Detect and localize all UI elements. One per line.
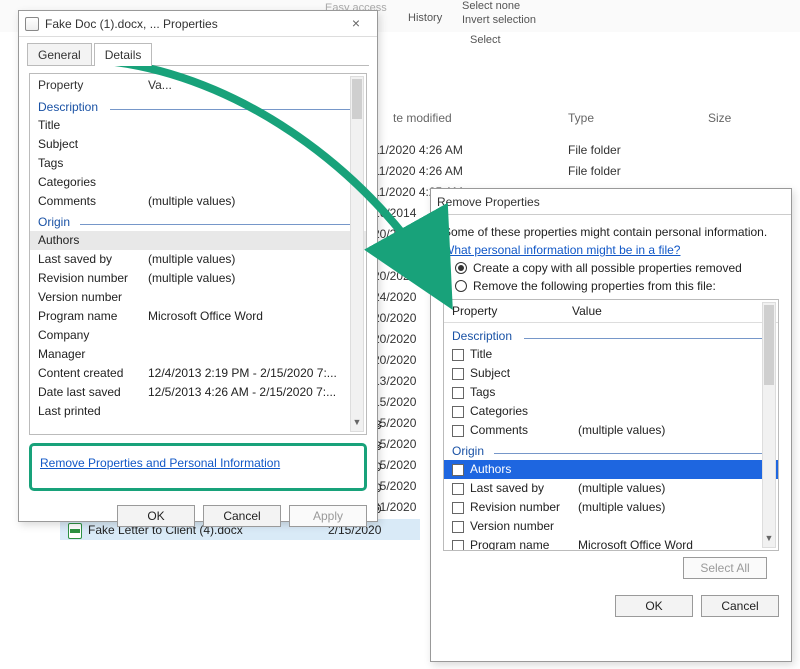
prop-subject[interactable]: Subject bbox=[38, 135, 358, 154]
col-value: Value bbox=[572, 304, 602, 318]
remove-properties-list: Property Value Description Title Subject… bbox=[443, 299, 779, 551]
col-type: Type bbox=[568, 111, 594, 125]
prop-date-last-saved[interactable]: Date last saved12/5/2013 4:26 AM - 2/15/… bbox=[38, 383, 358, 402]
remove-properties-dialog: Remove Properties Some of these properti… bbox=[430, 188, 792, 662]
ok-button[interactable]: OK bbox=[615, 595, 693, 617]
checkbox-icon[interactable] bbox=[452, 368, 464, 380]
section-origin: Origin bbox=[38, 215, 358, 229]
prop-content-created[interactable]: Content created12/4/2013 2:19 PM - 2/15/… bbox=[38, 364, 358, 383]
radio-create-copy-label: Create a copy with all possible properti… bbox=[473, 261, 742, 275]
bg-type-row: File folder bbox=[568, 161, 621, 182]
properties-title: Fake Doc (1).docx, ... Properties bbox=[45, 17, 218, 31]
doc-icon bbox=[25, 17, 39, 31]
bg-types: File folder File folder bbox=[568, 140, 621, 182]
invert-selection-label: Invert selection bbox=[462, 14, 536, 26]
close-icon[interactable]: × bbox=[341, 15, 371, 33]
radio-remove-following[interactable]: Remove the following properties from thi… bbox=[455, 279, 779, 293]
remove-list-header: Property Value bbox=[444, 300, 778, 323]
scroll-thumb[interactable] bbox=[764, 305, 774, 385]
scroll-down-icon[interactable]: ▼ bbox=[763, 533, 775, 547]
radio-icon[interactable] bbox=[455, 262, 467, 274]
prop-authors[interactable]: Authors bbox=[30, 231, 366, 250]
checkbox-icon[interactable] bbox=[452, 406, 464, 418]
checkbox-icon[interactable] bbox=[452, 502, 464, 514]
ok-button[interactable]: OK bbox=[117, 505, 195, 527]
prop-comments[interactable]: Comments(multiple values) bbox=[38, 192, 358, 211]
chk-authors[interactable]: Authors bbox=[444, 460, 778, 479]
chk-comments[interactable]: Comments(multiple values) bbox=[452, 421, 770, 440]
chk-categories[interactable]: Categories bbox=[452, 402, 770, 421]
properties-scrollbar[interactable]: ▲ ▼ bbox=[350, 76, 364, 432]
remove-list-scrollbar[interactable]: ▲ ▼ bbox=[762, 302, 776, 548]
prop-categories[interactable]: Categories bbox=[38, 173, 358, 192]
checkbox-icon[interactable] bbox=[452, 425, 464, 437]
properties-tabs: General Details bbox=[19, 37, 377, 66]
remove-properties-titlebar[interactable]: Remove Properties bbox=[431, 189, 791, 215]
checkbox-icon[interactable] bbox=[452, 349, 464, 361]
cancel-button[interactable]: Cancel bbox=[203, 505, 281, 527]
prop-title[interactable]: Title bbox=[38, 116, 358, 135]
cancel-button[interactable]: Cancel bbox=[701, 595, 779, 617]
chk-tags[interactable]: Tags bbox=[452, 383, 770, 402]
properties-list: Property Va... Description Title Subject… bbox=[29, 73, 367, 435]
properties-list-header: Property Va... bbox=[30, 74, 366, 96]
bg-date-cell: 11/2020 4:26 AM bbox=[373, 140, 463, 161]
tab-details[interactable]: Details bbox=[94, 43, 153, 66]
prop-company[interactable]: Company bbox=[38, 326, 358, 345]
chk-revision-number[interactable]: Revision number(multiple values) bbox=[452, 498, 770, 517]
prop-version-number[interactable]: Version number bbox=[38, 288, 358, 307]
col-value: Va... bbox=[148, 78, 172, 92]
select-none-label: Select none bbox=[462, 0, 520, 12]
checkbox-icon[interactable] bbox=[452, 387, 464, 399]
bg-date-cell: 11/2020 4:26 AM bbox=[373, 161, 463, 182]
section-description: Description bbox=[452, 329, 770, 343]
col-property: Property bbox=[452, 304, 572, 318]
chk-last-saved-by[interactable]: Last saved by(multiple values) bbox=[452, 479, 770, 498]
history-label: History bbox=[408, 12, 442, 24]
tab-general[interactable]: General bbox=[27, 43, 92, 66]
prop-tags[interactable]: Tags bbox=[38, 154, 358, 173]
radio-remove-following-label: Remove the following properties from thi… bbox=[473, 279, 716, 293]
chk-program-name[interactable]: Program nameMicrosoft Office Word bbox=[452, 536, 770, 551]
prop-program-name[interactable]: Program nameMicrosoft Office Word bbox=[38, 307, 358, 326]
remove-properties-intro: Some of these properties might contain p… bbox=[443, 225, 779, 239]
remove-link-callout: Remove Properties and Personal Informati… bbox=[29, 443, 367, 491]
apply-button: Apply bbox=[289, 505, 367, 527]
personal-info-link[interactable]: What personal information might be in a … bbox=[443, 243, 680, 257]
col-date-modified: te modified bbox=[393, 111, 452, 125]
select-group-label: Select bbox=[470, 34, 501, 46]
scroll-down-icon[interactable]: ▼ bbox=[351, 417, 363, 431]
radio-icon[interactable] bbox=[455, 280, 467, 292]
radio-create-copy[interactable]: Create a copy with all possible properti… bbox=[455, 261, 779, 275]
chk-title[interactable]: Title bbox=[452, 345, 770, 364]
chk-subject[interactable]: Subject bbox=[452, 364, 770, 383]
checkbox-icon[interactable] bbox=[452, 540, 464, 552]
section-origin: Origin bbox=[452, 444, 770, 458]
prop-manager[interactable]: Manager bbox=[38, 345, 358, 364]
chk-version-number[interactable]: Version number bbox=[452, 517, 770, 536]
col-size: Size bbox=[708, 111, 731, 125]
scroll-thumb[interactable] bbox=[352, 79, 362, 119]
remove-properties-link[interactable]: Remove Properties and Personal Informati… bbox=[40, 456, 280, 470]
checkbox-icon[interactable] bbox=[452, 464, 464, 476]
remove-properties-title: Remove Properties bbox=[437, 195, 540, 209]
checkbox-icon[interactable] bbox=[452, 521, 464, 533]
prop-last-saved-by[interactable]: Last saved by(multiple values) bbox=[38, 250, 358, 269]
prop-last-printed[interactable]: Last printed bbox=[38, 402, 358, 421]
select-all-button: Select All bbox=[683, 557, 767, 579]
bg-type-row: File folder bbox=[568, 140, 621, 161]
checkbox-icon[interactable] bbox=[452, 483, 464, 495]
col-property: Property bbox=[38, 78, 148, 92]
section-description: Description bbox=[38, 100, 358, 114]
prop-revision-number[interactable]: Revision number(multiple values) bbox=[38, 269, 358, 288]
properties-dialog: Fake Doc (1).docx, ... Properties × Gene… bbox=[18, 10, 378, 522]
properties-titlebar[interactable]: Fake Doc (1).docx, ... Properties × bbox=[19, 11, 377, 37]
